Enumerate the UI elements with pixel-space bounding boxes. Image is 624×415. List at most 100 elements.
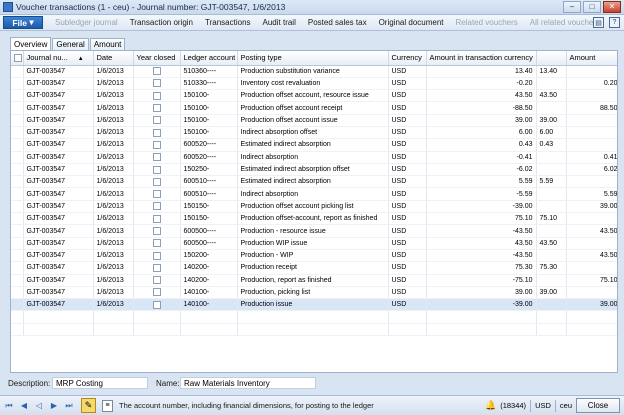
row-select-cell[interactable]: [11, 77, 24, 91]
cell-posting-type[interactable]: Production - resource issue: [237, 224, 389, 238]
cell-amount[interactable]: [566, 114, 617, 127]
cell-year-closed[interactable]: [133, 101, 181, 115]
cell-debit[interactable]: [536, 187, 567, 201]
cell-amount-transaction-currency[interactable]: 39.00: [426, 286, 537, 300]
menu-related-vouchers[interactable]: Related vouchers: [456, 18, 518, 27]
cell-ledger-account[interactable]: 150150-: [180, 200, 238, 214]
cell-debit[interactable]: [536, 163, 567, 177]
row-select-cell[interactable]: [11, 163, 24, 177]
cell-ledger-account[interactable]: 600500----: [180, 224, 238, 238]
cell-debit[interactable]: 5.59: [536, 175, 567, 189]
cell-currency[interactable]: USD: [388, 138, 427, 152]
cell-currency[interactable]: USD: [388, 298, 427, 312]
cell-amount[interactable]: [566, 65, 617, 78]
column-posting-type[interactable]: Posting type: [237, 51, 389, 66]
cell-currency[interactable]: USD: [388, 261, 427, 275]
edit-pencil-icon[interactable]: ✎: [81, 398, 96, 413]
cell-posting-type[interactable]: Production receipt: [237, 261, 389, 275]
cell-journal-number[interactable]: GJT-003547: [23, 89, 94, 103]
cell-ledger-account[interactable]: 600510----: [180, 175, 238, 189]
cell-posting-type[interactable]: Production issue: [237, 298, 389, 312]
table-row[interactable]: GJT-003547 1/6/2013 150100- Production offs…: [11, 89, 617, 103]
cell-debit[interactable]: [536, 274, 567, 287]
cell-journal-number[interactable]: GJT-003547: [23, 151, 94, 164]
minimize-button[interactable]: –: [563, 1, 581, 13]
cell-date[interactable]: 1/6/2013: [93, 212, 134, 226]
cell-currency[interactable]: USD: [388, 224, 427, 238]
row-select-cell[interactable]: [11, 298, 24, 312]
cell-year-closed[interactable]: [133, 151, 181, 164]
cell-journal-number[interactable]: GJT-003547: [23, 101, 94, 115]
cell-date[interactable]: 1/6/2013: [93, 200, 134, 214]
table-row[interactable]: GJT-003547 1/6/2013 600520---- Estimated in…: [11, 138, 617, 152]
row-select-cell[interactable]: [11, 200, 24, 214]
maximize-button[interactable]: □: [583, 1, 601, 13]
cell-amount[interactable]: [566, 237, 617, 250]
cell-debit[interactable]: 39.00: [536, 286, 567, 300]
row-select-cell[interactable]: [11, 175, 24, 189]
table-row[interactable]: GJT-003547 1/6/2013 150100- Production offs…: [11, 114, 617, 127]
cell-journal-number[interactable]: GJT-003547: [23, 138, 94, 152]
menu-all-related-vouchers[interactable]: All related vouchers: [530, 18, 600, 27]
cell-date[interactable]: 1/6/2013: [93, 163, 134, 177]
table-row[interactable]: GJT-003547 1/6/2013 150150- Production offs…: [11, 200, 617, 214]
close-button[interactable]: Close: [576, 398, 620, 413]
cell-amount-transaction-currency[interactable]: 6.00: [426, 126, 537, 140]
fact-box-icon[interactable]: ▤: [593, 17, 604, 28]
cell-ledger-account[interactable]: 510330----: [180, 77, 238, 91]
cell-amount[interactable]: [566, 126, 617, 140]
cell-posting-type[interactable]: Production, report as finished: [237, 274, 389, 287]
cell-posting-type[interactable]: Estimated indirect absorption offset: [237, 163, 389, 177]
row-select-cell[interactable]: [11, 126, 24, 140]
cell-journal-number[interactable]: GJT-003547: [23, 249, 94, 263]
notification-bell-icon[interactable]: 🔔: [485, 400, 496, 411]
cell-ledger-account[interactable]: 150100-: [180, 114, 238, 127]
cell-journal-number[interactable]: GJT-003547: [23, 274, 94, 287]
cell-year-closed[interactable]: [133, 89, 181, 103]
menu-subledger-journal[interactable]: Subledger journal: [55, 18, 118, 27]
table-row[interactable]: GJT-003547 1/6/2013 510360---- Production s…: [11, 65, 617, 78]
cell-journal-number[interactable]: GJT-003547: [23, 298, 94, 312]
cell-posting-type[interactable]: Estimated indirect absorption: [237, 138, 389, 152]
table-row[interactable]: GJT-003547 1/6/2013 140200- Production, rep…: [11, 274, 617, 287]
cell-debit[interactable]: [536, 200, 567, 214]
cell-currency[interactable]: USD: [388, 151, 427, 164]
cell-posting-type[interactable]: Production offset account picking list: [237, 200, 389, 214]
cell-currency[interactable]: USD: [388, 187, 427, 201]
cell-amount-transaction-currency[interactable]: -39.00: [426, 298, 537, 312]
menu-transactions[interactable]: Transactions: [205, 18, 251, 27]
cell-currency[interactable]: USD: [388, 77, 427, 91]
cell-amount-transaction-currency[interactable]: 5.59: [426, 175, 537, 189]
first-record-icon[interactable]: ⏮: [3, 400, 15, 412]
cell-journal-number[interactable]: GJT-003547: [23, 286, 94, 300]
tab-general[interactable]: General: [52, 38, 89, 50]
row-select-cell[interactable]: [11, 65, 24, 78]
cell-debit[interactable]: 39.00: [536, 114, 567, 127]
cell-year-closed[interactable]: [133, 200, 181, 214]
cell-posting-type[interactable]: Production offset account, resource issu…: [237, 89, 389, 103]
cell-amount[interactable]: [566, 89, 617, 103]
cell-amount-transaction-currency[interactable]: -0.20: [426, 77, 537, 91]
cell-journal-number[interactable]: GJT-003547: [23, 200, 94, 214]
menu-audit-trail[interactable]: Audit trail: [263, 18, 296, 27]
table-row[interactable]: GJT-003547 1/6/2013 140100- Production, pic…: [11, 286, 617, 300]
cell-amount-transaction-currency[interactable]: 43.50: [426, 89, 537, 103]
column-ledger-account[interactable]: Ledger account: [180, 51, 238, 66]
cell-date[interactable]: 1/6/2013: [93, 224, 134, 238]
document-note-icon[interactable]: ≡: [102, 399, 113, 412]
cell-posting-type[interactable]: Production WIP issue: [237, 237, 389, 250]
cell-ledger-account[interactable]: 150150-: [180, 212, 238, 226]
cell-amount-transaction-currency[interactable]: -43.50: [426, 224, 537, 238]
cell-debit[interactable]: 43.50: [536, 89, 567, 103]
column-debit[interactable]: [536, 51, 567, 66]
table-row[interactable]: GJT-003547 1/6/2013 600510---- Indirect abs…: [11, 187, 617, 201]
cell-amount[interactable]: 0.20: [566, 77, 617, 91]
cell-debit[interactable]: [536, 224, 567, 238]
cell-date[interactable]: 1/6/2013: [93, 274, 134, 287]
cell-posting-type[interactable]: Indirect absorption: [237, 151, 389, 164]
cell-ledger-account[interactable]: 600520----: [180, 151, 238, 164]
column-date[interactable]: Date: [93, 51, 134, 66]
row-select-cell[interactable]: [11, 212, 24, 226]
table-row[interactable]: GJT-003547 1/6/2013 150100- Indirect absorp…: [11, 126, 617, 140]
cell-ledger-account[interactable]: 600520----: [180, 138, 238, 152]
